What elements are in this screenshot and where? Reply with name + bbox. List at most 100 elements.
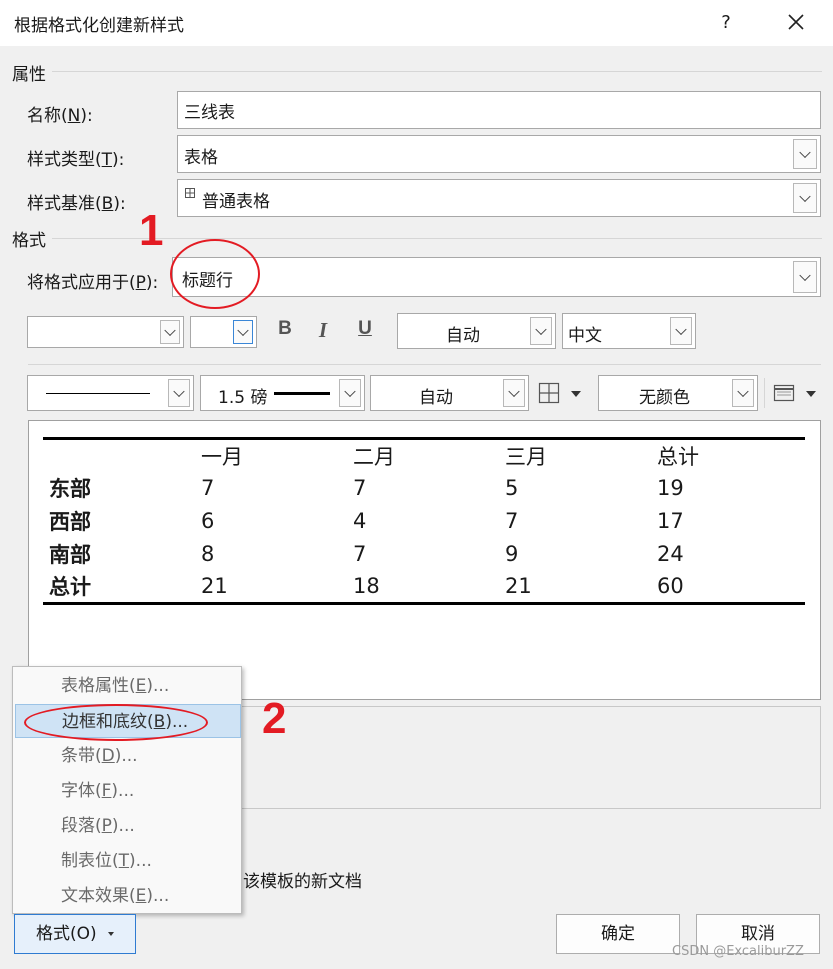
table-cell: 7 — [201, 476, 215, 500]
chevron-down-icon — [237, 324, 249, 337]
script-select[interactable]: 中文 — [562, 313, 696, 349]
close-button[interactable] — [777, 6, 815, 40]
border-width-select[interactable]: 1.5 磅 — [200, 375, 365, 411]
table-cell: 9 — [505, 542, 519, 566]
underline-button[interactable]: U — [352, 318, 378, 346]
style-base-select[interactable]: 普通表格 — [177, 179, 821, 217]
chevron-down-icon — [535, 323, 547, 336]
borders-button[interactable] — [537, 381, 587, 407]
menu-item-paragraph[interactable]: 段落(P)... — [15, 809, 241, 843]
table-cell: 7 — [353, 542, 367, 566]
apply-to-select[interactable]: 标题行 — [172, 257, 821, 297]
annotation-number-1: 1 — [139, 206, 164, 255]
table-header-row: 一月 二月 三月 总计 — [43, 438, 805, 472]
chevron-down-icon — [799, 269, 811, 282]
header-cell: 二月 — [353, 444, 395, 469]
style-preview: 一月 二月 三月 总计 东部 7 7 5 19 西部 6 4 7 17 南部 8… — [28, 420, 821, 700]
border-style-dropdown-button[interactable] — [168, 379, 190, 407]
caret-down-icon — [806, 391, 816, 397]
preview-table: 一月 二月 三月 总计 东部 7 7 5 19 西部 6 4 7 17 南部 8… — [43, 437, 805, 605]
table-cell: 21 — [201, 574, 228, 599]
apply-to-label: 将格式应用于(P): — [27, 273, 159, 293]
annotation-circle-2 — [24, 704, 208, 741]
table-row: 东部 7 7 5 19 — [43, 472, 805, 505]
table-cell: 5 — [505, 476, 519, 500]
format-button[interactable]: 格式(O) — [14, 914, 136, 954]
name-label: 名称(N): — [27, 106, 93, 126]
toolbar-separator — [28, 364, 821, 365]
style-type-dropdown-button[interactable] — [793, 139, 817, 169]
format-button-label: 格式(O) — [35, 924, 97, 944]
style-base-dropdown-button[interactable] — [793, 183, 817, 213]
chevron-down-icon — [164, 324, 176, 337]
table-cell: 21 — [505, 574, 532, 599]
menu-item-font[interactable]: 字体(F)... — [15, 774, 241, 808]
table-icon — [185, 188, 195, 198]
header-cell — [43, 439, 195, 472]
format-separator — [52, 238, 822, 239]
italic-button[interactable]: I — [310, 318, 336, 346]
borders-grid-icon — [538, 382, 560, 404]
border-color-dropdown-button[interactable] — [503, 379, 525, 407]
font-name-select[interactable] — [27, 316, 184, 348]
script-dropdown-button[interactable] — [670, 317, 692, 345]
table-row: 总计 21 18 21 60 — [43, 571, 805, 604]
border-width-line — [274, 392, 330, 395]
table-cell: 南部 — [49, 543, 91, 567]
chevron-down-icon — [675, 323, 687, 336]
chevron-down-icon — [799, 190, 811, 203]
table-cell: 西部 — [49, 510, 91, 534]
table-cell: 24 — [657, 542, 684, 566]
menu-item-table-properties[interactable]: 表格属性(E)... — [15, 669, 241, 703]
table-cell: 6 — [201, 509, 215, 533]
caret-down-icon — [571, 391, 581, 397]
chevron-down-icon — [799, 146, 811, 159]
font-color-dropdown-button[interactable] — [530, 317, 552, 345]
chevron-down-icon — [737, 385, 749, 398]
font-name-dropdown-button[interactable] — [160, 320, 180, 344]
annotation-number-2: 2 — [262, 694, 287, 743]
table-cell: 19 — [657, 476, 684, 500]
caret-down-icon — [108, 932, 115, 936]
style-type-label: 样式类型(T): — [27, 150, 125, 170]
ok-button[interactable]: 确定 — [556, 914, 680, 954]
table-row: 西部 6 4 7 17 — [43, 505, 805, 538]
style-type-select[interactable]: 表格 — [177, 135, 821, 173]
table-cell: 东部 — [49, 477, 91, 501]
table-row: 南部 8 7 9 24 — [43, 538, 805, 571]
shading-dropdown-button[interactable] — [732, 379, 754, 407]
template-option-label[interactable]: 该模板的新文档 — [243, 867, 362, 892]
apply-to-dropdown-button[interactable] — [793, 261, 817, 293]
menu-item-text-effects[interactable]: 文本效果(E)... — [15, 879, 241, 913]
bold-button[interactable]: B — [272, 318, 298, 346]
properties-separator — [52, 71, 822, 72]
table-cell: 17 — [657, 509, 684, 533]
menu-item-banding[interactable]: 条带(D)... — [15, 739, 241, 773]
header-cell: 总计 — [657, 444, 699, 469]
chevron-down-icon — [173, 385, 185, 398]
header-cell: 三月 — [505, 444, 547, 469]
border-style-select[interactable] — [27, 375, 194, 411]
chevron-down-icon — [344, 385, 356, 398]
table-cell: 总计 — [49, 575, 91, 600]
format-section-label: 格式 — [12, 231, 46, 251]
table-layout-icon — [773, 384, 795, 402]
shading-select[interactable]: 无颜色 — [598, 375, 758, 411]
toolbar-divider — [764, 378, 765, 408]
annotation-circle-1 — [170, 239, 260, 309]
font-size-dropdown-button[interactable] — [233, 320, 253, 344]
name-input[interactable]: 三线表 — [177, 91, 821, 129]
font-size-select[interactable] — [190, 316, 257, 348]
watermark: CSDN @ExcaliburZZ — [672, 944, 804, 959]
help-button[interactable]: ? — [707, 6, 745, 40]
table-cell: 7 — [353, 476, 367, 500]
table-cell: 8 — [201, 542, 215, 566]
font-color-select[interactable]: 自动 — [397, 313, 556, 349]
menu-item-tabs[interactable]: 制表位(T)... — [15, 844, 241, 878]
border-color-select[interactable]: 自动 — [370, 375, 529, 411]
table-style-button[interactable] — [772, 381, 822, 407]
properties-section-label: 属性 — [12, 65, 46, 85]
border-width-dropdown-button[interactable] — [339, 379, 361, 407]
header-cell: 一月 — [201, 444, 243, 469]
table-cell: 7 — [505, 509, 519, 533]
